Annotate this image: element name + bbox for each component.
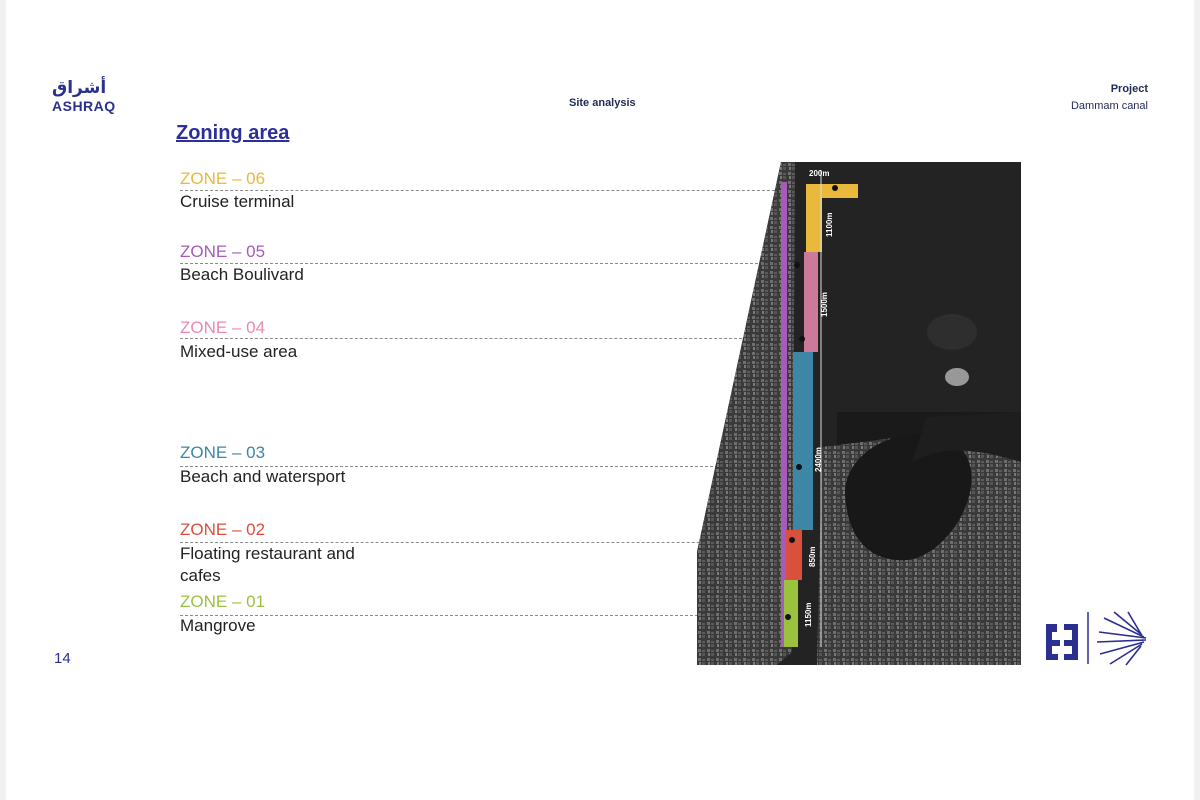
section-title: Site analysis — [569, 97, 636, 109]
zone-05-name: Beach Boulivard — [180, 265, 304, 284]
dim-label-zone01: 1150m — [804, 603, 813, 627]
zone-06-name: Cruise terminal — [180, 192, 295, 211]
dim-label-zone05: 1500m — [820, 292, 829, 317]
zone-02-name: Floating restaurant and cafes — [180, 544, 355, 585]
dim-label-zone06: 1100m — [825, 213, 834, 237]
dim-label-top: 200m — [809, 169, 829, 178]
zone-06-code: ZONE – 06 — [180, 169, 266, 188]
project-label: Project — [1110, 83, 1148, 95]
brand-mark-icon — [1046, 611, 1147, 666]
page-title: Zoning area — [176, 122, 290, 144]
zone-04-block — [804, 252, 818, 352]
ashraq-logo-english: ASHRAQ — [52, 98, 116, 114]
zone-03-name: Beach and watersport — [180, 467, 346, 486]
zone-05-code: ZONE – 05 — [180, 242, 266, 261]
zone-02-block — [786, 530, 802, 580]
zone-01-name: Mangrove — [180, 616, 256, 635]
zone-03-code: ZONE – 03 — [180, 443, 266, 462]
city-strip-left — [697, 162, 795, 665]
page-number: 14 — [54, 650, 71, 667]
zone-02-code: ZONE – 02 — [180, 520, 266, 539]
zone-03-block — [793, 352, 813, 530]
zoning-map: 200m 1100m 1500m 2400m 850m 1150m — [697, 162, 1021, 665]
ashraq-logo-arabic: أشراق — [52, 78, 107, 98]
dim-label-zone02: 850m — [808, 547, 817, 567]
dim-label-zone03: 2400m — [814, 447, 823, 472]
zone-04-code: ZONE – 04 — [180, 318, 266, 337]
zone-01-code: ZONE – 01 — [180, 592, 266, 611]
project-name: Dammam canal — [1070, 100, 1148, 112]
zone-04-name: Mixed-use area — [180, 342, 298, 361]
zone-01-block — [784, 580, 798, 647]
